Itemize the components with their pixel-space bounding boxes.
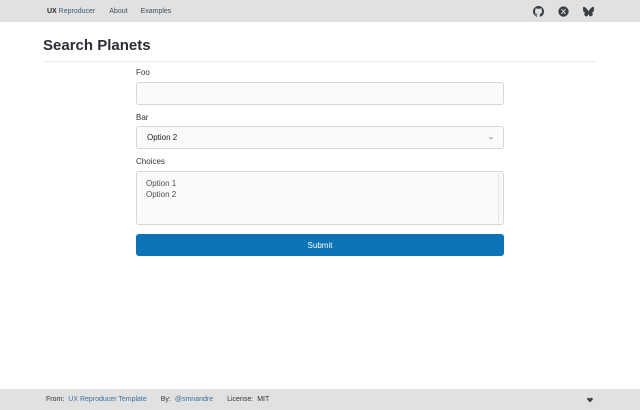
footer-author-link[interactable]: @smnandre [175, 396, 213, 403]
bluesky-icon[interactable] [583, 6, 594, 17]
nav-icons [533, 6, 594, 17]
nav-link-examples[interactable]: Examples [141, 8, 172, 15]
github-icon[interactable] [533, 6, 544, 17]
top-navbar: UX Reproducer About Examples [0, 0, 640, 22]
nav-links: UX Reproducer About Examples [47, 8, 184, 15]
choice-option-1[interactable]: Option 1 [146, 178, 494, 189]
page-title: Search Planets [43, 37, 151, 54]
brand-rest: Reproducer [56, 7, 96, 15]
foo-input[interactable] [136, 82, 504, 105]
footer-credits: From: UX Reproducer Template By: @smnand… [46, 396, 269, 403]
title-divider [43, 61, 597, 62]
bar-select[interactable]: Option 2 [136, 126, 504, 149]
brand-link[interactable]: UX Reproducer [47, 8, 95, 15]
foo-label: Foo [136, 68, 150, 77]
x-icon[interactable] [558, 6, 569, 17]
choice-option-2[interactable]: Option 2 [146, 189, 494, 200]
choices-multiselect[interactable]: Option 1 Option 2 [136, 171, 504, 225]
choices-scrollbar[interactable] [498, 173, 502, 223]
footer: From: UX Reproducer Template By: @smnand… [0, 389, 640, 410]
nav-link-about[interactable]: About [109, 8, 127, 15]
footer-license-value: MIT [257, 396, 270, 403]
submit-button[interactable]: Submit [136, 234, 504, 256]
chevron-down-icon [488, 136, 494, 140]
footer-from-label: From: [46, 396, 65, 403]
footer-license-label: License: [227, 396, 254, 403]
footer-by-label: By: [160, 396, 171, 403]
choices-label: Choices [136, 157, 165, 166]
brand-bold: UX [47, 7, 57, 15]
bar-selected-value: Option 2 [147, 133, 178, 142]
bar-label: Bar [136, 113, 149, 122]
footer-template-link[interactable]: UX Reproducer Template [68, 396, 146, 403]
heart-icon [587, 397, 593, 403]
